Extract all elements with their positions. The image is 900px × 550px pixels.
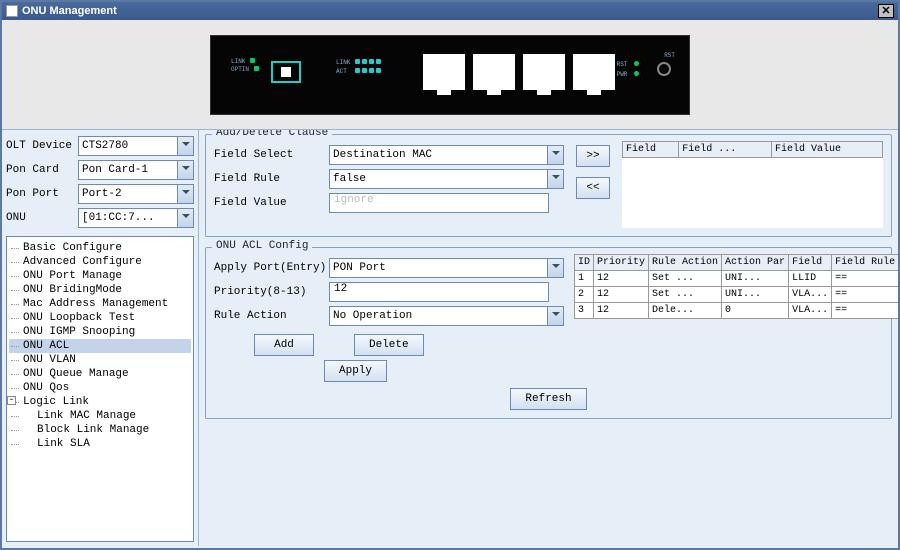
right-panel: Add/Delete Clause Field Select Destinati… — [199, 130, 898, 546]
pon-port-select[interactable]: Port-2 — [78, 184, 194, 204]
tree-item[interactable]: ONU Port Manage — [9, 269, 191, 283]
tree-item[interactable]: Mac Address Management — [9, 297, 191, 311]
tree-item[interactable]: ONU Qos — [9, 381, 191, 395]
chevron-down-icon — [547, 146, 563, 164]
clause-th-field: Field — [623, 142, 679, 158]
table-row[interactable]: 112Set ...UNI...LLID==0 — [575, 270, 899, 286]
chevron-down-icon — [177, 209, 193, 227]
tree-item[interactable]: ONU ACL — [9, 339, 191, 353]
tree-item[interactable]: ONU Loopback Test — [9, 311, 191, 325]
field-value-label: Field Value — [214, 197, 329, 209]
olt-device-label: OLT Device — [6, 140, 78, 152]
olt-device-select[interactable]: CTS2780 — [78, 136, 194, 156]
acl-legend: ONU ACL Config — [212, 240, 312, 252]
app-icon — [6, 5, 18, 17]
tree-item[interactable]: ONU IGMP Snooping — [9, 325, 191, 339]
pon-card-label: Pon Card — [6, 164, 78, 176]
tree-item[interactable]: Basic Configure — [9, 241, 191, 255]
table-row[interactable]: 312Dele...0VLA...==5 — [575, 302, 899, 318]
left-panel: OLT Device CTS2780 Pon Card Pon Card-1 P… — [2, 130, 199, 546]
acl-th: Field — [789, 254, 832, 270]
apply-port-label: Apply Port(Entry) — [214, 262, 329, 274]
tree-item[interactable]: ONU VLAN — [9, 353, 191, 367]
acl-th: Field Rule — [832, 254, 898, 270]
acl-th: Action Par — [722, 254, 789, 270]
tree-item-logic-link[interactable]: - Logic Link — [9, 395, 191, 409]
clause-fieldset: Add/Delete Clause Field Select Destinati… — [205, 134, 892, 237]
chevron-down-icon — [547, 259, 563, 277]
field-select[interactable]: Destination MAC — [329, 145, 564, 165]
field-rule-label: Field Rule — [214, 173, 329, 185]
chevron-down-icon — [547, 170, 563, 188]
clause-table[interactable]: Field Field ... Field Value — [622, 141, 883, 228]
acl-th: Priority — [594, 254, 649, 270]
onu-select[interactable]: [01:CC:7... — [78, 208, 194, 228]
tree-item[interactable]: Link SLA — [9, 437, 191, 451]
chevron-down-icon — [177, 185, 193, 203]
priority-input[interactable]: 12 — [329, 282, 549, 302]
priority-label: Priority(8-13) — [214, 286, 329, 298]
titlebar: ONU Management ✕ — [2, 2, 898, 20]
tree-item[interactable]: Link MAC Manage — [9, 409, 191, 423]
rule-action-label: Rule Action — [214, 310, 329, 322]
rule-action-select[interactable]: No Operation — [329, 306, 564, 326]
onu-management-window: ONU Management ✕ LINK OPTIN LINK ACT RST… — [0, 0, 900, 550]
tree-item[interactable]: ONU Queue Manage — [9, 367, 191, 381]
window-title: ONU Management — [22, 5, 117, 17]
field-select-label: Field Select — [214, 149, 329, 161]
tree-item[interactable]: Advanced Configure — [9, 255, 191, 269]
field-value-input[interactable]: ignore — [329, 193, 549, 213]
tree-item[interactable]: Block Link Manage — [9, 423, 191, 437]
tree-item[interactable]: ONU BridingMode — [9, 283, 191, 297]
clause-th-fieldrule: Field ... — [679, 142, 772, 158]
pon-card-select[interactable]: Pon Card-1 — [78, 160, 194, 180]
delete-button[interactable]: Delete — [354, 334, 424, 356]
device-graphic: LINK OPTIN LINK ACT RST PWR RST — [210, 35, 690, 115]
apply-port-select[interactable]: PON Port — [329, 258, 564, 278]
add-button[interactable]: Add — [254, 334, 314, 356]
add-clause-button[interactable]: >> — [576, 145, 610, 167]
table-row[interactable]: 212Set ...UNI...VLA...==5 — [575, 286, 899, 302]
chevron-down-icon — [547, 307, 563, 325]
collapse-icon[interactable]: - — [7, 396, 16, 405]
onu-label: ONU — [6, 212, 78, 224]
refresh-button[interactable]: Refresh — [510, 388, 586, 410]
acl-th: ID — [575, 254, 594, 270]
device-banner: LINK OPTIN LINK ACT RST PWR RST — [2, 20, 898, 130]
chevron-down-icon — [177, 161, 193, 179]
close-button[interactable]: ✕ — [878, 4, 894, 18]
pon-port-label: Pon Port — [6, 188, 78, 200]
remove-clause-button[interactable]: << — [576, 177, 610, 199]
acl-th: Rule Action — [649, 254, 722, 270]
acl-config-fieldset: ONU ACL Config Apply Port(Entry) PON Por… — [205, 247, 892, 419]
clause-legend: Add/Delete Clause — [212, 130, 332, 139]
apply-button[interactable]: Apply — [324, 360, 387, 382]
chevron-down-icon — [177, 137, 193, 155]
clause-th-fieldvalue: Field Value — [772, 142, 883, 158]
acl-table[interactable]: IDPriorityRule ActionAction ParFieldFiel… — [574, 254, 898, 319]
field-rule-select[interactable]: false — [329, 169, 564, 189]
nav-tree: Basic ConfigureAdvanced ConfigureONU Por… — [6, 236, 194, 542]
